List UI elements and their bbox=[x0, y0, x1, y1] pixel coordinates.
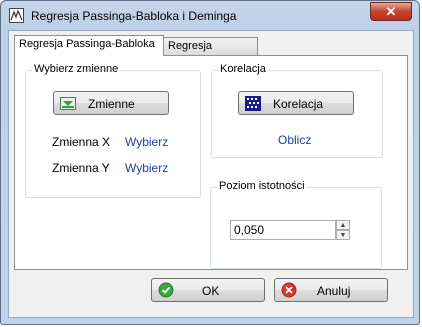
correlation-button-label: Korelacja bbox=[273, 97, 324, 111]
variables-icon bbox=[60, 97, 76, 113]
app-icon bbox=[9, 8, 24, 23]
significance-input[interactable]: 0,050 bbox=[230, 220, 336, 240]
cancel-button-label: Anuluj bbox=[317, 284, 351, 298]
variables-group-title: Wybierz zmienne bbox=[32, 63, 121, 75]
variable-x-label: Zmienna X bbox=[52, 135, 111, 149]
check-icon bbox=[158, 282, 174, 301]
correlation-button[interactable]: Korelacja bbox=[238, 91, 354, 115]
variables-group: Wybierz zmienne Zmienne Zmienna X Wybier… bbox=[25, 63, 201, 198]
tab-deming[interactable]: Regresja Deminga bbox=[163, 37, 258, 69]
variables-button-label: Zmienne bbox=[88, 97, 135, 111]
correlation-group: Korelacja Korelacja Oblicz bbox=[211, 63, 383, 158]
significance-title: Poziom istotności bbox=[217, 180, 307, 192]
correlation-group-title: Korelacja bbox=[218, 63, 268, 75]
cancel-button[interactable]: Anuluj bbox=[274, 278, 388, 302]
tab-passing-bablok[interactable]: Regresja Passinga-Babloka bbox=[14, 35, 164, 56]
variable-y-label: Zmienna Y bbox=[52, 161, 110, 175]
window-title: Regresja Passinga-Babloka i Deminga bbox=[31, 9, 237, 23]
spin-down-button[interactable]: ▼ bbox=[336, 230, 350, 240]
compute-correlation-link[interactable]: Oblicz bbox=[278, 133, 311, 147]
significance-box: Poziom istotności 0,050 ▲ ▼ bbox=[210, 180, 382, 269]
title-bar[interactable]: Regresja Passinga-Babloka i Deminga ✕ bbox=[1, 1, 419, 31]
cancel-icon bbox=[281, 282, 297, 301]
variable-y-select-link[interactable]: Wybierz bbox=[125, 161, 168, 175]
dialog-client-area: Regresja Passinga-Babloka Regresja Demin… bbox=[8, 30, 414, 318]
close-button[interactable]: ✕ bbox=[370, 2, 412, 21]
ok-button[interactable]: OK bbox=[151, 278, 265, 302]
grid-icon bbox=[245, 96, 261, 114]
dialog-window: Regresja Passinga-Babloka i Deminga ✕ Re… bbox=[0, 0, 420, 325]
spin-up-button[interactable]: ▲ bbox=[336, 220, 350, 230]
ok-button-label: OK bbox=[202, 284, 220, 298]
variables-button[interactable]: Zmienne bbox=[53, 91, 169, 115]
variable-x-select-link[interactable]: Wybierz bbox=[125, 135, 168, 149]
